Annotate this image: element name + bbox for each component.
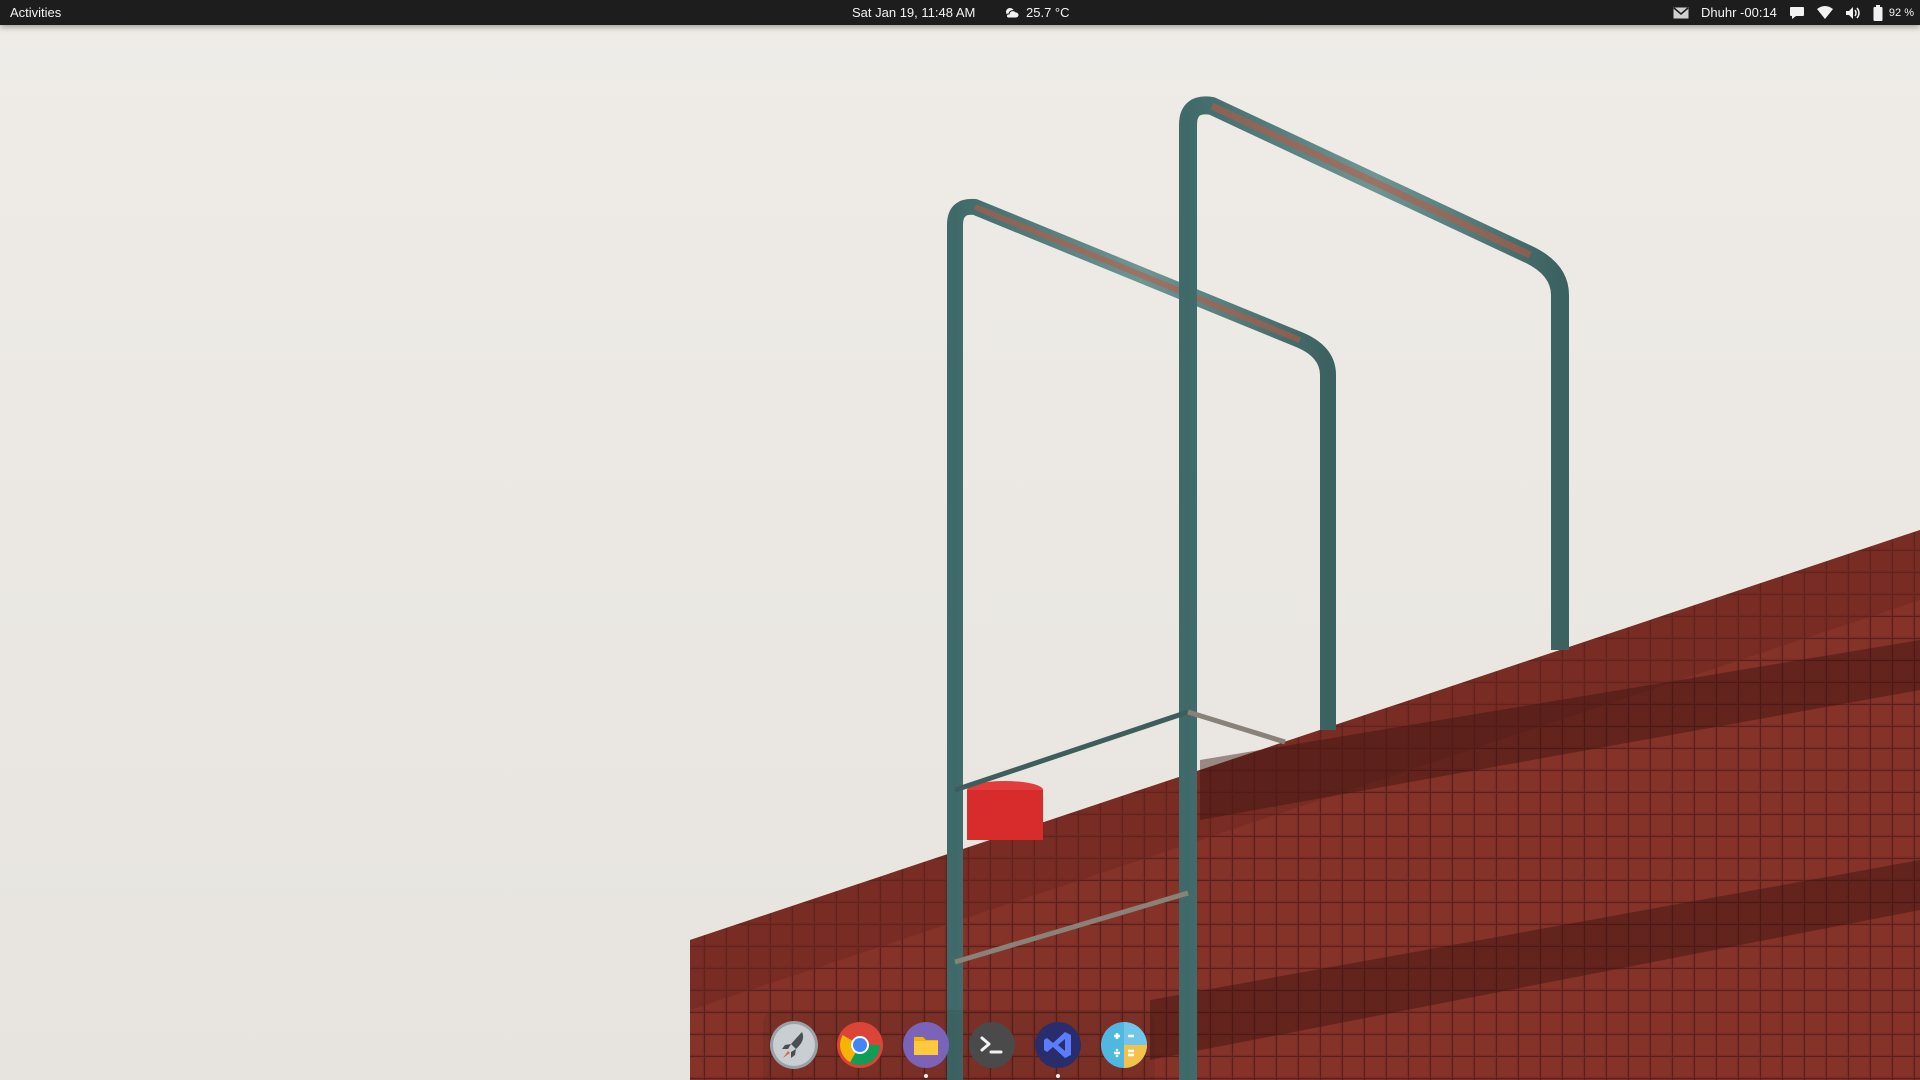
weather-indicator[interactable]: 25.7 °C [1004, 0, 1070, 25]
clock-datetime[interactable]: Sat Jan 19, 11:48 AM [852, 0, 975, 25]
volume-icon[interactable] [1845, 6, 1861, 20]
running-indicator [924, 1074, 928, 1078]
folder-icon [902, 1021, 950, 1069]
running-indicator [1056, 1074, 1060, 1078]
dock-item-calculator[interactable] [1099, 1020, 1149, 1070]
vscode-icon [1034, 1021, 1082, 1069]
battery-percentage: 92 % [1888, 6, 1914, 19]
weather-cloud-sun-icon [1004, 6, 1020, 20]
battery-icon[interactable] [1873, 4, 1883, 21]
mail-icon[interactable] [1673, 6, 1689, 19]
rocket-icon [769, 1020, 819, 1070]
dock-item-launcher[interactable] [769, 1020, 819, 1070]
dock-item-chrome[interactable] [835, 1020, 885, 1070]
dock [763, 1010, 1155, 1080]
desktop [0, 0, 1920, 1080]
chat-icon[interactable] [1789, 6, 1805, 20]
dock-item-terminal[interactable] [967, 1020, 1017, 1070]
wallpaper-image [690, 96, 1920, 1080]
terminal-icon [968, 1021, 1016, 1069]
activities-button[interactable]: Activities [10, 0, 61, 25]
top-bar: Activities Sat Jan 19, 11:48 AM 25.7 °C … [0, 0, 1920, 25]
dock-item-vscode[interactable] [1033, 1020, 1083, 1078]
prayer-time-indicator[interactable]: Dhuhr -00:14 [1701, 5, 1777, 20]
wifi-icon[interactable] [1816, 6, 1833, 19]
dock-item-files[interactable] [901, 1020, 951, 1078]
weather-temperature: 25.7 °C [1026, 5, 1070, 20]
calculator-icon [1100, 1021, 1148, 1069]
chrome-icon [836, 1021, 884, 1069]
red-bucket-body [967, 790, 1043, 840]
system-tray: Dhuhr -00:14 92 % [1673, 0, 1914, 25]
